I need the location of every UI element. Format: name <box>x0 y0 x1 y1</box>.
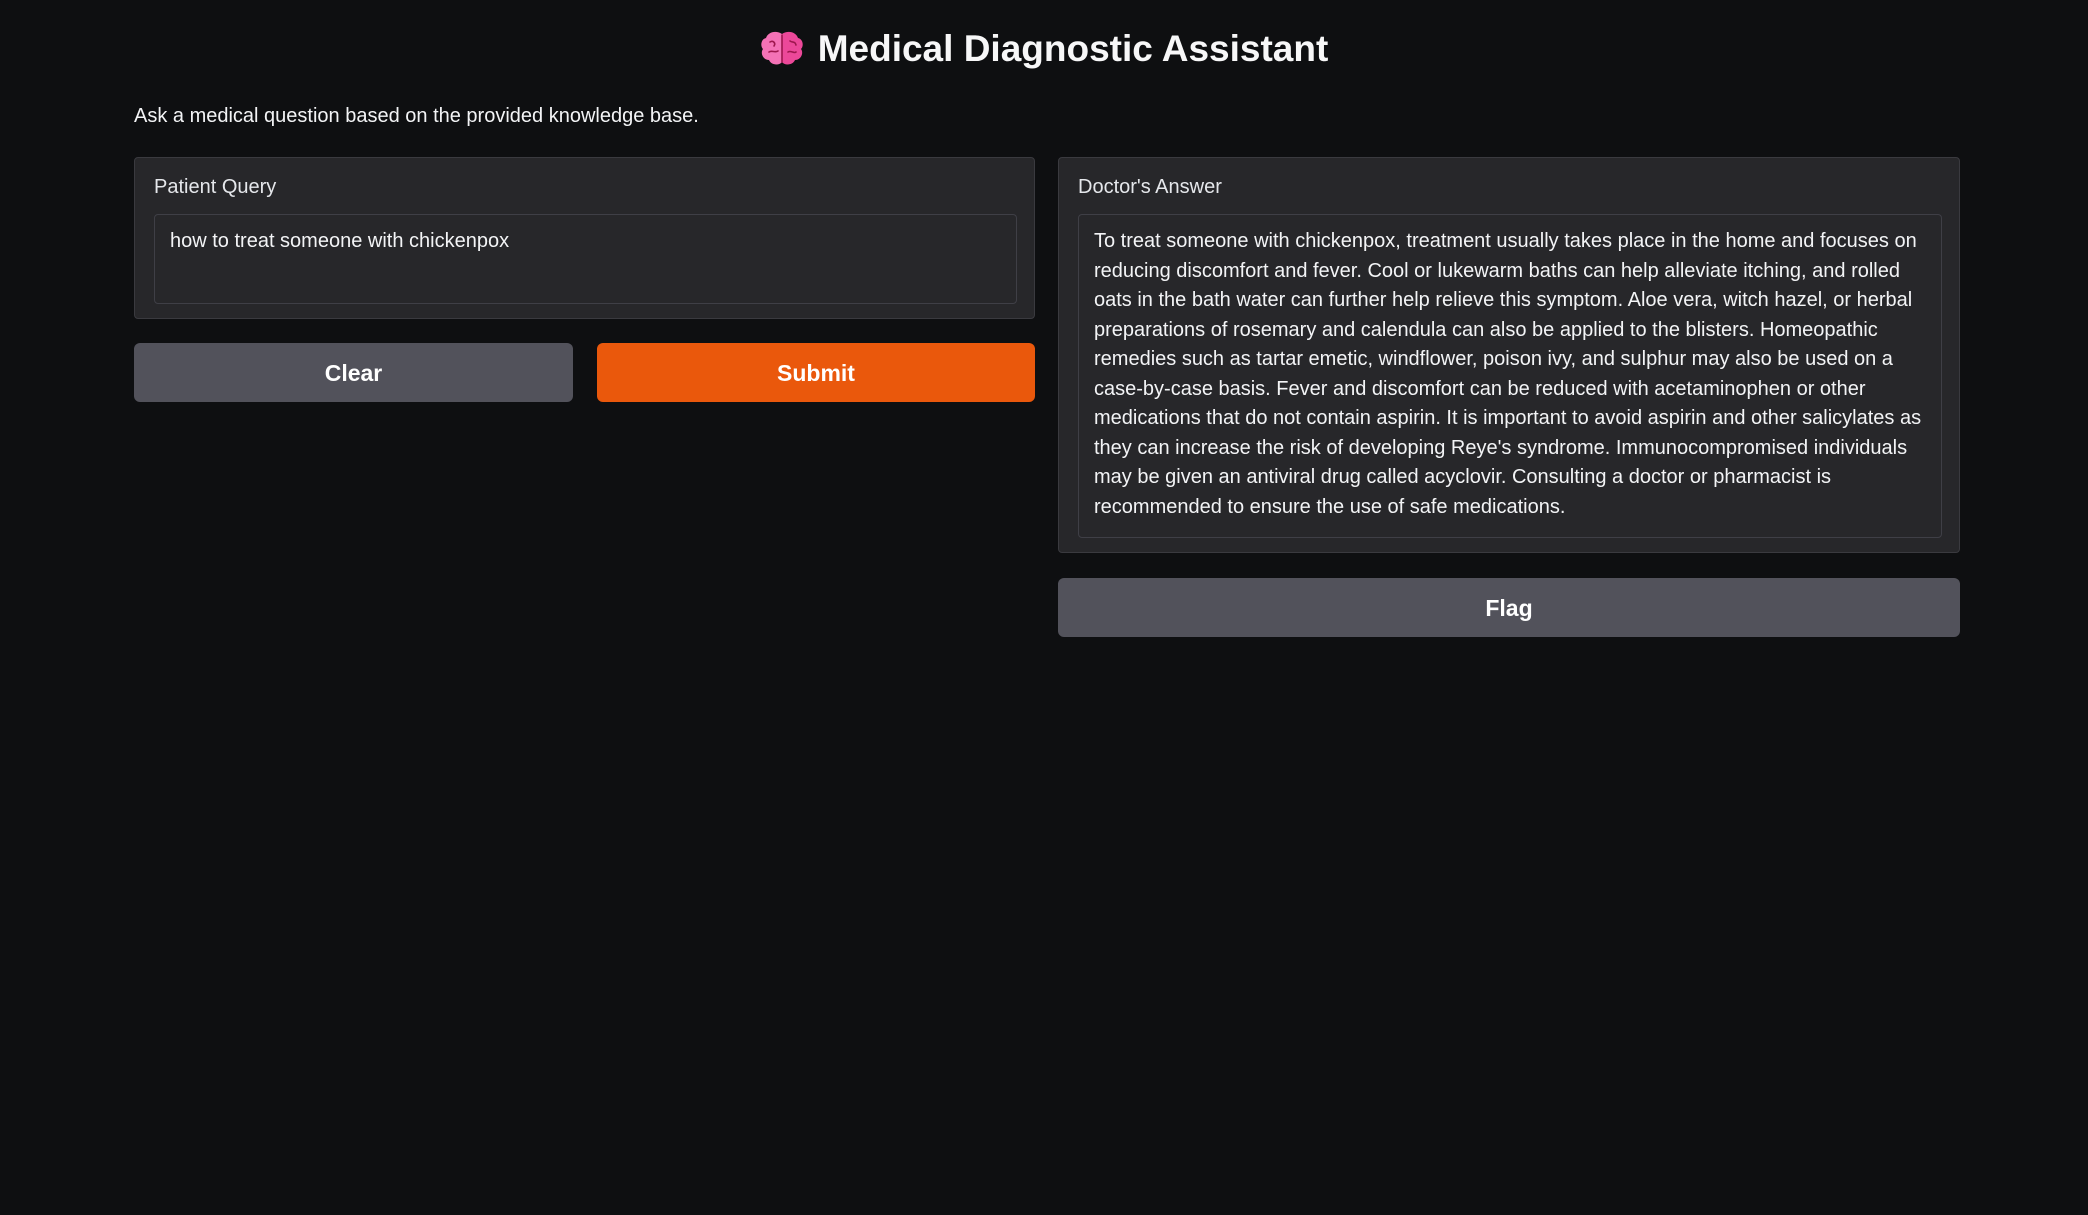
doctors-answer-panel: Doctor's Answer To treat someone with ch… <box>1058 157 1960 553</box>
app-description: Ask a medical question based on the prov… <box>134 105 699 127</box>
doctors-answer-label: Doctor's Answer <box>1078 176 1222 198</box>
app-page: Medical Diagnostic Assistant Ask a medic… <box>0 0 2088 1215</box>
doctors-answer-text: To treat someone with chickenpox, treatm… <box>1078 214 1942 538</box>
patient-query-panel: Patient Query <box>134 157 1035 319</box>
flag-button[interactable]: Flag <box>1058 578 1960 637</box>
app-title: Medical Diagnostic Assistant <box>817 28 1329 69</box>
clear-button[interactable]: Clear <box>134 343 573 402</box>
app-header: Medical Diagnostic Assistant <box>0 24 2088 74</box>
brain-icon <box>761 32 803 65</box>
patient-query-label: Patient Query <box>154 176 277 198</box>
patient-query-input[interactable] <box>154 214 1017 304</box>
submit-button[interactable]: Submit <box>597 343 1035 402</box>
